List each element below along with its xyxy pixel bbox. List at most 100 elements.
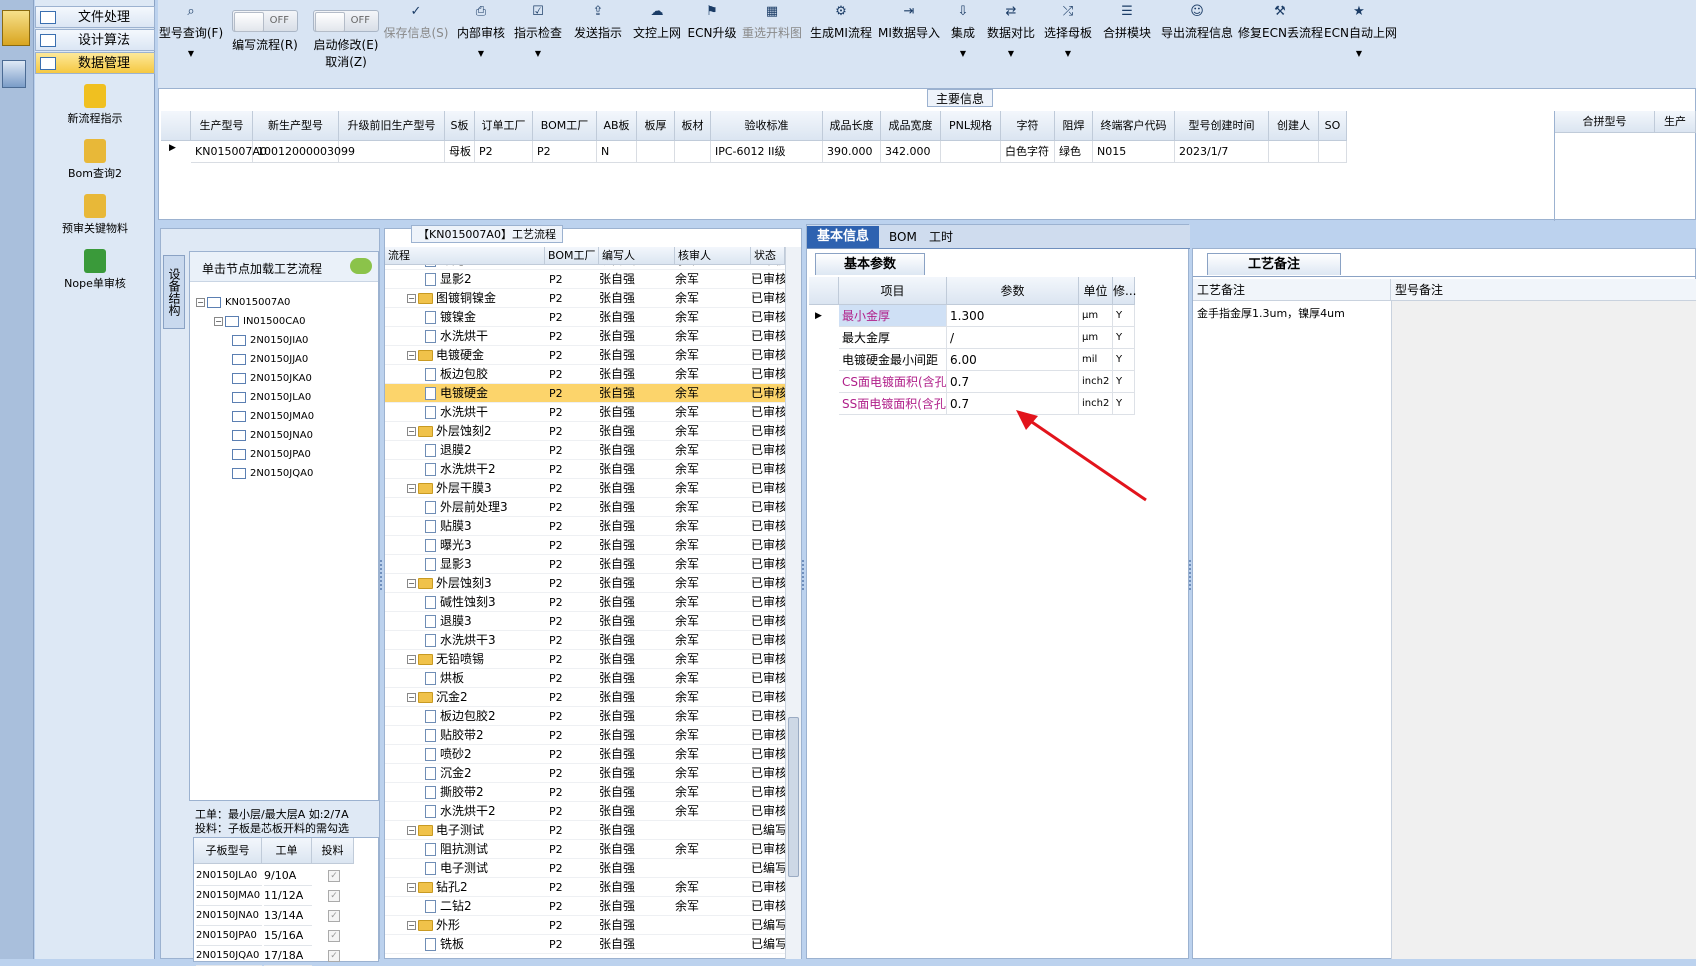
checkbox[interactable]: ✓ (328, 930, 340, 942)
toolbar-button[interactable]: ⚙ 生成MI流程 (808, 0, 874, 90)
collapse-icon[interactable]: − (196, 297, 205, 307)
app-launcher-icon[interactable] (2, 60, 26, 88)
checkbox[interactable]: ✓ (328, 870, 340, 882)
process-name-cell[interactable]: 水洗烘干2 (425, 802, 496, 821)
toolbar-button[interactable]: ⚒ 修复ECN丢流程 (1238, 0, 1323, 90)
process-name-cell[interactable]: 阻抗测试 (425, 840, 488, 859)
process-row[interactable]: 曝光3 P2 张自强 余军 已审核 (385, 536, 785, 555)
sidebar-item[interactable]: 文件处理 (35, 6, 155, 28)
tree-node[interactable]: 2N0150JNA0 (232, 427, 313, 445)
column-header[interactable]: AB板 (597, 111, 637, 141)
table-cell[interactable] (941, 141, 1001, 163)
column-header[interactable]: 子板型号 (194, 838, 262, 864)
sidebar-nav-item[interactable]: 预审关键物料 (35, 194, 155, 244)
table-cell[interactable]: 15/16A (264, 926, 312, 946)
toolbar-button[interactable]: ⇥ MI数据导入 (876, 0, 942, 90)
toolbar-button[interactable]: ☺ 导出流程信息 (1158, 0, 1236, 90)
tab[interactable]: 基本信息 (807, 226, 880, 248)
table-cell[interactable]: IPC-6012 II级 (711, 141, 823, 163)
table-cell[interactable] (637, 141, 675, 163)
sidebar-nav-item[interactable]: Nope单审核 (35, 249, 155, 299)
sidebar-item[interactable]: 数据管理 (35, 52, 155, 74)
column-header[interactable]: 核审人 (675, 247, 751, 265)
process-name-cell[interactable]: 碱性蚀刻3 (425, 593, 496, 612)
table-cell[interactable]: 342.000 (881, 141, 941, 163)
dropdown-arrow-icon[interactable]: ▼ (454, 49, 508, 58)
process-row[interactable]: 撕胶带2 P2 张自强 余军 已审核 (385, 783, 785, 802)
collapse-icon[interactable]: − (407, 921, 416, 930)
collapse-icon[interactable]: − (407, 826, 416, 835)
process-name-cell[interactable]: − 无铅喷锡 (407, 650, 484, 669)
process-row[interactable]: 外层前处理3 P2 张自强 余军 已审核 (385, 498, 785, 517)
process-name-cell[interactable]: 水洗烘干 (425, 327, 488, 346)
table-cell[interactable]: N015 (1093, 141, 1175, 163)
checkbox[interactable]: ✓ (328, 950, 340, 962)
collapse-icon[interactable]: − (407, 294, 416, 303)
table-cell[interactable]: 白色字符 (1001, 141, 1055, 163)
process-name-cell[interactable]: − 电镀硬金 (407, 346, 484, 365)
process-name-cell[interactable]: 板边包胶2 (425, 707, 496, 726)
column-header[interactable]: 工单 (262, 838, 312, 864)
column-header[interactable]: 阻焊 (1055, 111, 1093, 141)
process-row[interactable]: 沉金2 P2 张自强 余军 已审核 (385, 764, 785, 783)
process-row[interactable]: 阻抗测试 P2 张自强 余军 已审核 (385, 840, 785, 859)
process-row[interactable]: 镀镍金 P2 张自强 余军 已审核 (385, 308, 785, 327)
table-cell[interactable]: 2N0150JQA0 (196, 946, 262, 966)
table-cell[interactable]: 6.00 (947, 349, 1079, 371)
tab[interactable]: 工时 (919, 226, 963, 248)
table-cell[interactable]: SS面电镀面积(含孔) (839, 393, 947, 415)
process-row[interactable]: 铣板 P2 张自强 已编写 (385, 935, 785, 954)
process-row[interactable]: 烘板 P2 张自强 余军 已审核 (385, 669, 785, 688)
table-cell[interactable]: μm (1079, 327, 1113, 349)
toolbar-button[interactable]: ☑ 指示检查 ▼ (510, 0, 566, 90)
table-cell[interactable] (339, 141, 445, 163)
column-header[interactable]: BOM工厂 (545, 247, 599, 265)
collapse-icon[interactable]: − (407, 351, 416, 360)
process-row[interactable]: 电子测试 P2 张自强 已编写 (385, 859, 785, 878)
column-header[interactable]: 成品长度 (823, 111, 881, 141)
process-name-cell[interactable]: 贴胶带2 (425, 726, 484, 745)
table-cell[interactable]: CS面电镀面积(含孔) (839, 371, 947, 393)
process-row[interactable]: − 外层干膜3 P2 张自强 余军 已审核 (385, 479, 785, 498)
table-cell[interactable]: 1.300 (947, 305, 1079, 327)
process-row[interactable]: 电镀硬金 P2 张自强 余军 已审核 (385, 384, 785, 403)
process-name-cell[interactable]: 喷砂2 (425, 745, 472, 764)
table-cell[interactable]: inch2 (1079, 371, 1113, 393)
process-row[interactable]: − 沉金2 P2 张自强 余军 已审核 (385, 688, 785, 707)
column-header[interactable]: PNL规格 (941, 111, 1001, 141)
process-name-cell[interactable]: 电镀硬金 (425, 384, 488, 403)
process-name-cell[interactable]: − 图镀铜镍金 (407, 289, 496, 308)
process-row[interactable]: − 钻孔2 P2 张自强 余军 已审核 (385, 878, 785, 897)
splitter-handle[interactable] (802, 560, 806, 590)
column-header[interactable]: 新生产型号 (253, 111, 339, 141)
column-header[interactable]: 投料 (312, 838, 354, 864)
table-cell[interactable]: 最大金厚 (839, 327, 947, 349)
column-header[interactable]: 创建人 (1269, 111, 1319, 141)
column-header[interactable]: 型号创建时间 (1175, 111, 1269, 141)
process-name-cell[interactable]: − 钻孔2 (407, 878, 468, 897)
collapse-icon[interactable]: − (407, 427, 416, 436)
process-row[interactable]: − 外层蚀刻3 P2 张自强 余军 已审核 (385, 574, 785, 593)
column-header[interactable]: 单位 (1079, 277, 1113, 305)
collapse-icon[interactable]: − (407, 579, 416, 588)
process-name-cell[interactable]: 铣板 (425, 935, 464, 954)
toolbar-button[interactable]: ⌕ 型号查询(F) ▼ (158, 0, 224, 90)
process-row[interactable]: 显影3 P2 张自强 余军 已审核 (385, 555, 785, 574)
table-cell[interactable]: Y (1113, 349, 1135, 371)
dropdown-arrow-icon[interactable]: ▼ (1324, 49, 1394, 58)
process-name-cell[interactable]: 电子测试 (425, 859, 488, 878)
process-note-text[interactable]: 金手指金厚1.3um，镍厚4um (1197, 305, 1387, 321)
toolbar-button[interactable]: ▦ 重选开料图 (740, 0, 804, 90)
column-header[interactable]: 字符 (1001, 111, 1055, 141)
process-row[interactable]: 水洗烘干2 P2 张自强 余军 已审核 (385, 802, 785, 821)
column-header[interactable]: 升级前旧生产型号 (339, 111, 445, 141)
tree-node[interactable]: 2N0150JLA0 (232, 389, 311, 407)
tab-process-notes[interactable]: 工艺备注 (1207, 253, 1342, 275)
toolbar-button[interactable]: ☰ 合拼模块 (1098, 0, 1156, 90)
process-name-cell[interactable]: 显影2 (425, 270, 472, 289)
table-cell[interactable]: / (947, 327, 1079, 349)
toolbar-button[interactable]: ✓ 保存信息(S) (380, 0, 452, 90)
process-row[interactable]: 退膜3 P2 张自强 余军 已审核 (385, 612, 785, 631)
column-header[interactable]: SO (1319, 111, 1347, 141)
process-name-cell[interactable]: 显影3 (425, 555, 472, 574)
